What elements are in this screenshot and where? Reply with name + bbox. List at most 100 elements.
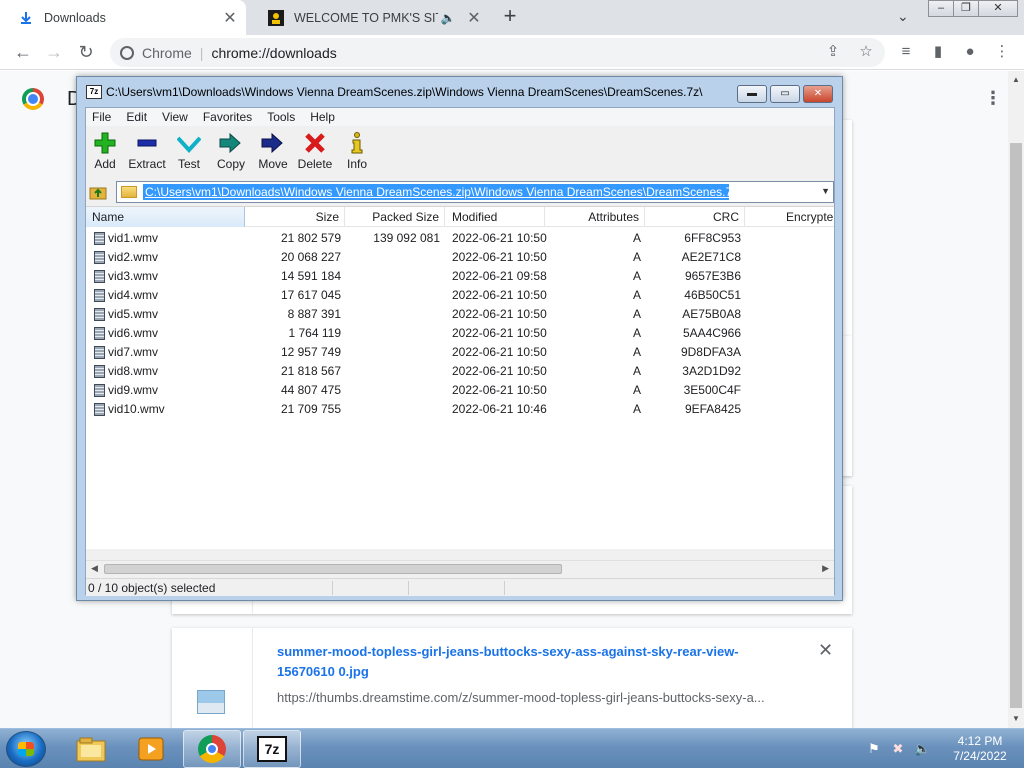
menu-help[interactable]: Help [310,110,335,124]
volume-icon[interactable]: 🔈 [914,741,930,757]
table-row[interactable]: vid9.wmv 44 807 475 2022-06-21 10:50 A 3E500… [86,381,834,400]
move-button[interactable]: Move [250,132,296,176]
restore-button[interactable]: ❐ [953,0,979,17]
folder-up-icon[interactable] [88,182,108,202]
modified-cell: 2022-06-21 10:50 [452,307,547,321]
action-center-flag-icon[interactable]: ⚑ [866,741,882,757]
side-panel-icon[interactable]: ▮ [928,42,948,62]
path-text[interactable]: C:\Users\vm1\Downloads\Windows Vienna Dr… [143,184,729,200]
info-button[interactable]: Info [334,132,380,176]
download-filename-link[interactable]: summer-mood-topless-girl-jeans-buttocks-… [277,642,777,682]
copy-button[interactable]: Copy [208,132,254,176]
7zip-title-bar[interactable]: 7z C:\Users\vm1\Downloads\Windows Vienna… [77,77,842,107]
network-disconnected-icon[interactable]: ✖ [890,741,906,757]
7zip-client-area: File Edit View Favorites Tools Help Add … [82,107,835,596]
crc-cell: 9EFA8425 [684,402,741,416]
image-file-icon [197,690,225,714]
scroll-left-icon[interactable]: ◀ [91,563,98,574]
modified-cell: 2022-06-21 10:50 [452,364,547,378]
table-row[interactable]: vid7.wmv 12 957 749 2022-06-21 10:50 A 9D8DF… [86,343,834,362]
menu-tools[interactable]: Tools [267,110,295,124]
taskbar-explorer[interactable] [62,730,120,768]
remove-download-icon[interactable]: ✕ [818,640,833,661]
extract-button[interactable]: Extract [124,132,170,176]
menu-edit[interactable]: Edit [126,110,147,124]
close-button[interactable]: ✕ [978,0,1018,17]
scrollbar-thumb[interactable] [1010,143,1022,708]
table-row[interactable]: vid3.wmv 14 591 184 2022-06-21 09:58 A 9657E… [86,267,834,286]
new-tab-button[interactable]: + [499,5,521,27]
page-menu-icon[interactable]: ⋮ [984,88,1002,109]
forward-icon[interactable]: → [43,41,65,63]
scroll-down-icon[interactable]: ▼ [1012,714,1020,723]
scroll-up-icon[interactable]: ▲ [1012,75,1020,84]
file-size-cell: 21 709 755 [280,402,341,416]
minimize-button[interactable]: – [928,0,954,17]
taskbar-media-player[interactable] [122,730,180,768]
column-packed-size[interactable]: Packed Size [345,207,445,227]
folder-icon [121,186,137,198]
attributes-cell: A [632,345,641,359]
menu-favorites[interactable]: Favorites [203,110,252,124]
table-row[interactable]: vid4.wmv 17 617 045 2022-06-21 10:50 A 46B50… [86,286,834,305]
file-name-cell: vid6.wmv [108,326,159,340]
7zip-maximize-button[interactable]: ▭ [770,85,800,103]
7zip-close-button[interactable]: ✕ [803,85,833,103]
menu-file[interactable]: File [92,110,111,124]
taskbar-7zip[interactable]: 7z [243,730,301,768]
status-bar: 0 / 10 object(s) selected [86,578,834,596]
tab-search-chevron-icon[interactable]: ⌄ [897,8,909,25]
reload-icon[interactable]: ↻ [75,41,97,63]
share-icon[interactable]: ⇪ [823,42,843,62]
path-combobox[interactable]: C:\Users\vm1\Downloads\Windows Vienna Dr… [116,181,834,203]
double-arrow-icon [208,132,254,154]
file-name-cell: vid7.wmv [108,345,159,359]
column-attributes[interactable]: Attributes [545,207,645,227]
column-header-row: Name Size Packed Size Modified Attribute… [86,207,834,227]
video-file-icon [94,232,105,245]
file-size-cell: 21 818 567 [280,364,341,378]
back-icon[interactable]: ← [12,41,34,63]
column-modified[interactable]: Modified [445,207,545,227]
table-row[interactable]: vid5.wmv 8 887 391 2022-06-21 10:50 A AE75B0… [86,305,834,324]
table-row[interactable]: vid8.wmv 21 818 567 2022-06-21 10:50 A 3A2D1… [86,362,834,381]
bookmark-star-icon[interactable]: ☆ [856,42,876,62]
table-row[interactable]: vid10.wmv 21 709 755 2022-06-21 10:46 A 9EFA… [86,400,834,419]
column-crc[interactable]: CRC [645,207,745,227]
table-row[interactable]: vid1.wmv 21 802 579 139 092 081 2022-06-21 … [86,229,834,248]
7zip-minimize-button[interactable]: ▬ [737,85,767,103]
menu-view[interactable]: View [162,110,188,124]
scroll-right-icon[interactable]: ▶ [822,563,829,574]
test-button[interactable]: Test [166,132,212,176]
table-row[interactable]: vid2.wmv 20 068 227 2022-06-21 10:50 A AE2E7… [86,248,834,267]
address-bar[interactable]: Chrome | chrome://downloads [110,38,885,67]
column-encrypted[interactable]: Encrypte [745,207,834,227]
taskbar-chrome[interactable] [183,730,241,768]
start-button[interactable] [6,731,46,767]
menu-bar: File Edit View Favorites Tools Help [86,108,834,126]
page-scrollbar[interactable]: ▲ ▼ [1008,71,1024,728]
file-size-cell: 12 957 749 [280,345,341,359]
status-divider [332,581,333,595]
table-row[interactable]: vid6.wmv 1 764 119 2022-06-21 10:50 A 5AA4C9… [86,324,834,343]
file-name-cell: vid10.wmv [108,402,165,416]
column-name[interactable]: Name [86,207,245,227]
profile-avatar-icon[interactable]: ● [960,42,980,62]
file-name-cell: vid9.wmv [108,383,159,397]
speaker-icon[interactable]: 🔈 [438,11,458,25]
column-size[interactable]: Size [245,207,345,227]
reading-list-icon[interactable]: ≡ [896,42,916,62]
horizontal-scrollbar[interactable]: ◀ ▶ [86,560,834,577]
add-button[interactable]: Add [82,132,128,176]
tab-title: Downloads [44,10,106,25]
tab-close-icon[interactable]: ✕ [220,8,240,28]
tab-pmk-site[interactable]: WELCOME TO PMK'S SITE 🔈 ✕ [250,0,490,35]
tab-downloads[interactable]: Downloads ✕ [0,0,246,35]
dropdown-arrow-icon[interactable]: ▼ [821,186,830,196]
clock[interactable]: 4:12 PM 7/24/2022 [942,734,1018,764]
tab-close-icon[interactable]: ✕ [464,8,484,28]
file-list[interactable]: Name Size Packed Size Modified Attribute… [86,206,834,549]
delete-button[interactable]: Delete [292,132,338,176]
scrollbar-thumb[interactable] [104,564,562,574]
menu-kebab-icon[interactable]: ⋮ [992,42,1012,62]
